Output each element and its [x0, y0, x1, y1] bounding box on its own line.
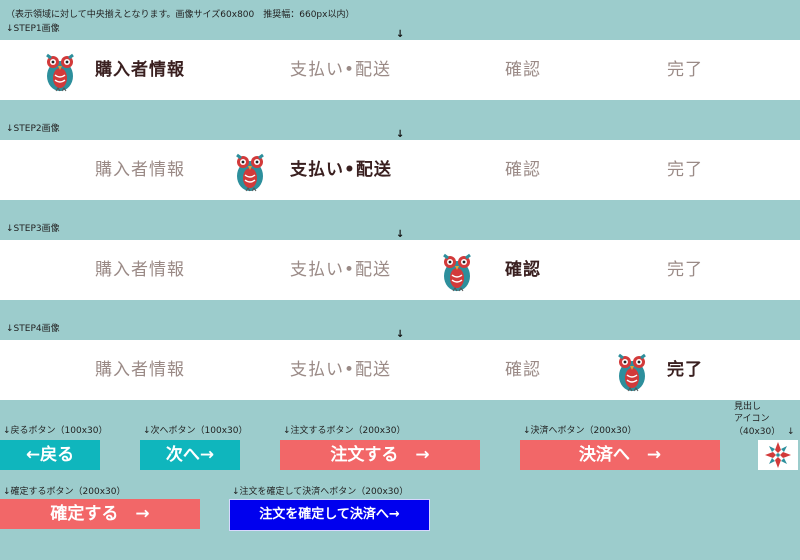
confirm-and-pay-button[interactable]: 注文を確定して決済へ→ [229, 499, 430, 531]
center-arrow: ↓ [396, 329, 405, 340]
next-button-caption: ↓次へボタン（100x30） [143, 426, 248, 436]
order-button[interactable]: 注文する → [280, 440, 480, 470]
next-button[interactable]: 次へ→ [140, 440, 240, 470]
step-confirm: 確認 [505, 260, 541, 280]
owl-icon [618, 353, 646, 392]
center-arrow: ↓ [396, 129, 405, 140]
step-confirm: 確認 [505, 360, 541, 380]
step-confirm: 確認 [505, 160, 541, 180]
step-buyer-info: 購入者情報 [95, 160, 185, 180]
step-confirm: 確認 [505, 60, 541, 80]
size-note: （表示領域に対して中央揃えとなります。画像サイズ60x800 推奨幅：660px… [6, 10, 355, 20]
confirm-button[interactable]: 確定する → [0, 499, 200, 529]
back-button-caption: ↓戻るボタン（100x30） [3, 426, 108, 436]
heading-icon-caption-1: 見出し [734, 402, 762, 412]
owl-icon [46, 53, 74, 92]
step1-bar: 購入者情報 支払い•配送 確認 完了 [0, 40, 800, 100]
step-complete: 完了 [667, 260, 703, 280]
step2-caption: ↓STEP2画像 [6, 124, 60, 134]
step-complete: 完了 [667, 360, 703, 380]
step-complete: 完了 [667, 60, 703, 80]
back-button[interactable]: ←戻る [0, 440, 100, 470]
confirm-button-caption: ↓確定するボタン（200x30） [3, 487, 126, 497]
step1-caption: ↓STEP1画像 [6, 24, 60, 34]
step-payment-shipping: 支払い•配送 [290, 260, 392, 280]
step2-bar: 購入者情報 支払い•配送 確認 完了 [0, 140, 800, 200]
center-arrow: ↓ [396, 29, 405, 40]
payment-button-caption: ↓決済へボタン（200x30） [523, 426, 637, 436]
payment-button[interactable]: 決済へ → [520, 440, 720, 470]
step3-caption: ↓STEP3画像 [6, 224, 60, 234]
step-payment-shipping: 支払い•配送 [290, 60, 392, 80]
heading-icon-caption-3: （40x30） [734, 427, 781, 437]
heading-icon-box [758, 440, 798, 470]
step-buyer-info: 購入者情報 [95, 60, 185, 80]
step4-bar: 購入者情報 支払い•配送 確認 完了 [0, 340, 800, 400]
step3-bar: 購入者情報 支払い•配送 確認 完了 [0, 240, 800, 300]
heading-icon-caption-2: アイコン [734, 414, 770, 424]
order-button-caption: ↓注文するボタン（200x30） [283, 426, 406, 436]
step-complete: 完了 [667, 160, 703, 180]
red-snowflake-icon [765, 442, 791, 468]
center-arrow: ↓ [396, 229, 405, 240]
heading-icon-arrow: ↓ [787, 427, 795, 437]
step-buyer-info: 購入者情報 [95, 360, 185, 380]
step-payment-shipping: 支払い•配送 [290, 160, 392, 180]
step-buyer-info: 購入者情報 [95, 260, 185, 280]
owl-icon [236, 153, 264, 192]
step4-caption: ↓STEP4画像 [6, 324, 60, 334]
step-payment-shipping: 支払い•配送 [290, 360, 392, 380]
confirm-pay-button-caption: ↓注文を確定して決済へボタン（200x30） [232, 487, 409, 497]
owl-icon [443, 253, 471, 292]
